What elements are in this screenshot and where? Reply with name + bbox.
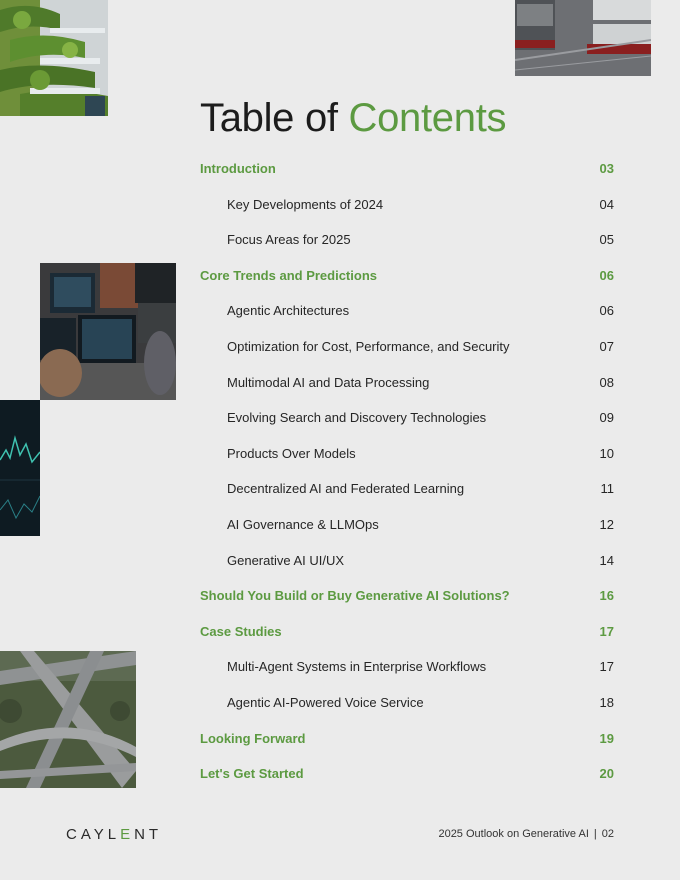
toc-entry-label: Core Trends and Predictions [200, 267, 377, 283]
toc-entry-label: Generative AI UI/UX [227, 552, 345, 568]
toc-entry-page: 19 [599, 730, 614, 746]
toc-entry-page: 17 [599, 659, 614, 675]
toc-entry-page: 17 [599, 623, 614, 639]
toc-subsection-entry[interactable]: Key Developments of 2024 04 [200, 187, 614, 223]
toc-entry-label: Key Developments of 2024 [227, 196, 384, 212]
toc-subsection-entry[interactable]: Multimodal AI and Data Processing 08 [200, 365, 614, 401]
toc-entry-page: 07 [599, 338, 614, 354]
toc-entry-page: 06 [599, 303, 614, 319]
toc-entry-page: 03 [599, 161, 614, 176]
footer-doc-title: 2025 Outlook on Generative AI [438, 828, 589, 840]
toc-entry-label: Products Over Models [227, 445, 356, 461]
shipping-containers-photo [515, 0, 651, 76]
toc-section-entry[interactable]: Looking Forward 19 [200, 721, 614, 757]
toc-subsection-entry[interactable]: Agentic AI-Powered Voice Service 18 [200, 685, 614, 721]
toc-subsection-entry[interactable]: Products Over Models 10 [200, 436, 614, 472]
toc-subsection-entry[interactable]: AI Governance & LLMOps 12 [200, 507, 614, 543]
toc-subsection-entry[interactable]: Focus Areas for 2025 05 [200, 222, 614, 258]
toc-entry-label: Agentic AI-Powered Voice Service [227, 694, 424, 710]
toc-entry-label: Case Studies [200, 623, 282, 639]
toc-entry-label: Multimodal AI and Data Processing [227, 374, 430, 390]
toc-section-entry[interactable]: Should You Build or Buy Generative AI So… [200, 578, 614, 614]
toc-entry-page: 14 [599, 552, 614, 568]
developers-at-monitors-photo [40, 263, 176, 400]
toc-entry-page: 05 [599, 232, 614, 248]
title-part-2: Contents [348, 96, 507, 140]
toc-entry-label: Should You Build or Buy Generative AI So… [200, 588, 510, 604]
title-part-1: Table of [200, 96, 349, 140]
toc-entry-label: Evolving Search and Discovery Technologi… [227, 410, 487, 426]
toc-section-entry[interactable]: Introduction 03 [200, 151, 614, 187]
toc-entry-label: Optimization for Cost, Performance, and … [227, 338, 510, 354]
highway-interchange-photo [0, 651, 136, 788]
toc-entry-page: 11 [600, 481, 615, 497]
table-of-contents: Introduction 03 Key Developments of 2024 0… [200, 151, 614, 792]
toc-entry-page: 20 [599, 766, 614, 782]
logo-text-e: E [120, 826, 135, 843]
toc-entry-label: Introduction [200, 161, 276, 176]
toc-entry-page: 10 [599, 445, 614, 461]
caylent-logo: CAYLENT [66, 826, 162, 843]
toc-entry-page: 18 [599, 694, 614, 710]
toc-section-entry[interactable]: Let's Get Started 20 [200, 756, 614, 792]
toc-entry-page: 06 [599, 267, 614, 283]
toc-entry-page: 16 [599, 588, 614, 604]
toc-section-entry[interactable]: Case Studies 17 [200, 614, 614, 650]
toc-entry-label: Multi-Agent Systems in Enterprise Workfl… [227, 659, 487, 675]
toc-subsection-entry[interactable]: Multi-Agent Systems in Enterprise Workfl… [200, 649, 614, 685]
toc-subsection-entry[interactable]: Evolving Search and Discovery Technologi… [200, 400, 614, 436]
toc-section-entry[interactable]: Core Trends and Predictions 06 [200, 258, 614, 294]
page-title: Table of Contents [200, 94, 507, 142]
green-building-photo [0, 0, 108, 116]
logo-text-left: CAYL [66, 826, 121, 843]
toc-entry-label: Agentic Architectures [227, 303, 350, 319]
toc-entry-label: Decentralized AI and Federated Learning [227, 481, 465, 497]
logo-text-right: NT [134, 826, 163, 843]
toc-entry-label: Looking Forward [200, 730, 306, 746]
toc-entry-page: 09 [599, 410, 614, 426]
toc-entry-label: Focus Areas for 2025 [227, 232, 351, 248]
toc-entry-label: Let's Get Started [200, 766, 304, 782]
toc-subsection-entry[interactable]: Agentic Architectures 06 [200, 293, 614, 329]
footer-separator: | [593, 828, 597, 840]
toc-subsection-entry[interactable]: Generative AI UI/UX 14 [200, 543, 614, 579]
financial-chart-photo [0, 400, 40, 536]
toc-subsection-entry[interactable]: Optimization for Cost, Performance, and … [200, 329, 614, 365]
toc-entry-page: 12 [599, 516, 614, 532]
footer-page-number: 02 [601, 828, 614, 840]
page-footer: 2025 Outlook on Generative AI | 02 [438, 828, 614, 840]
toc-subsection-entry[interactable]: Decentralized AI and Federated Learning 1… [200, 471, 614, 507]
toc-entry-page: 04 [599, 196, 614, 212]
toc-entry-label: AI Governance & LLMOps [227, 516, 379, 532]
toc-entry-page: 08 [599, 374, 614, 390]
